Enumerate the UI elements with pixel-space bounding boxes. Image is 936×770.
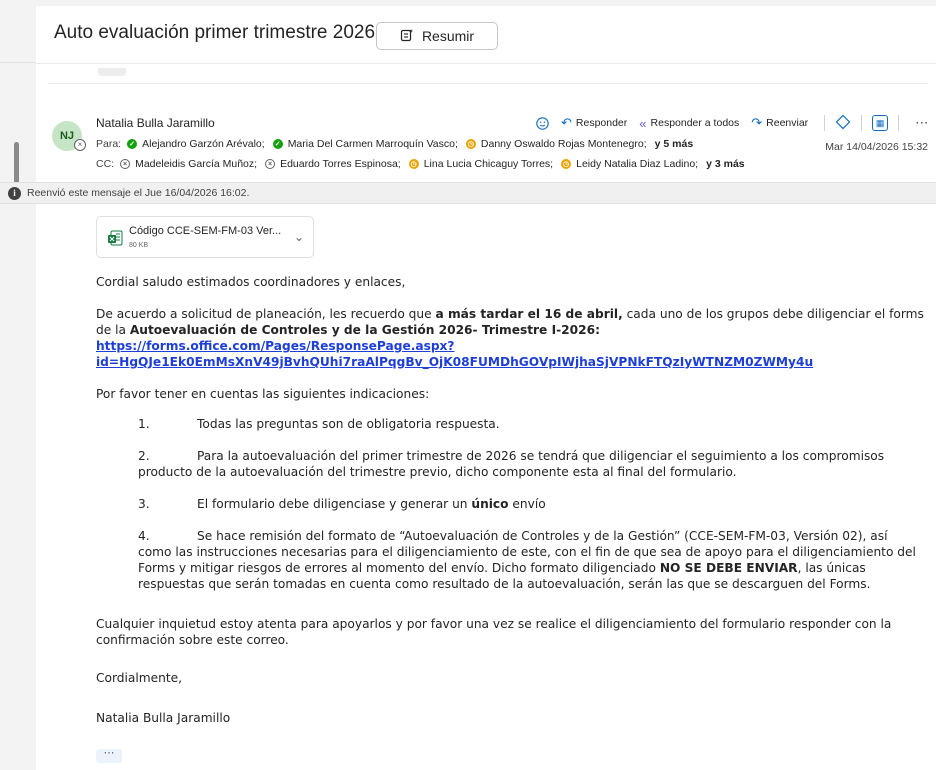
emphasis: NO SE DEBE ENVIAR xyxy=(659,561,798,575)
recipient[interactable]: Leidy Natalia Diaz Ladino; xyxy=(576,158,698,170)
closing-paragraph: Cualquier inquietud estoy atenta para ap… xyxy=(96,617,892,647)
separator xyxy=(861,115,863,131)
greeting: Cordial saludo estimados coordinadores y… xyxy=(96,275,406,289)
more-actions-button[interactable]: ⋯ xyxy=(915,115,928,131)
form-title: Autoevaluación de Controles y de la Gest… xyxy=(129,323,600,337)
text: De acuerdo a solicitud de planeación, le… xyxy=(96,307,436,321)
reply-button[interactable]: ↶ Responder xyxy=(561,115,627,131)
forward-icon: ↷ xyxy=(751,115,763,130)
summarize-label: Resumir xyxy=(421,28,475,44)
list-item: 2. Para la autoevaluación del primer trim… xyxy=(96,448,924,480)
tag-button[interactable] xyxy=(835,114,851,133)
message-header: NJ × Natalia Bulla Jaramillo ↶ Responder… xyxy=(36,100,936,180)
message-body: Cordial saludo estimados coordinadores y… xyxy=(96,274,924,726)
forms-link-part[interactable]: https://forms.office.com/Pages/ResponseP… xyxy=(96,339,455,353)
presence-offline-icon: × xyxy=(74,139,86,151)
offline-status-icon: × xyxy=(120,159,131,169)
collapsed-tab xyxy=(98,68,126,76)
signature: Natalia Bulla Jaramillo xyxy=(96,711,231,725)
excel-file-icon xyxy=(108,230,123,246)
forward-notice-bar: i Reenvió este mensaje el Jue 16/04/2026… xyxy=(0,182,936,204)
reply-all-button[interactable]: « Responder a todos xyxy=(639,116,739,131)
summarize-button[interactable]: Resumir xyxy=(376,22,498,50)
rail-divider xyxy=(0,62,36,63)
show-trimmed-content-button[interactable]: ⋯ xyxy=(96,748,122,763)
email-subject: Auto evaluación primer trimestre 2026 xyxy=(54,22,376,43)
separator xyxy=(824,115,826,131)
recipient[interactable]: Lina Lucia Chicaguy Torres; xyxy=(424,158,553,170)
left-rail xyxy=(0,0,36,770)
forward-button[interactable]: ↷ Reenviar xyxy=(751,115,808,131)
reply-icon: ↶ xyxy=(561,115,572,130)
to-label: Para: xyxy=(96,138,122,150)
forward-notice: Reenvió este mensaje el Jue 16/04/2026 1… xyxy=(27,187,250,199)
sender-name[interactable]: Natalia Bulla Jaramillo xyxy=(96,116,215,130)
apps-button[interactable]: ▦ xyxy=(872,115,889,131)
paragraph-1: De acuerdo a solicitud de planeación, le… xyxy=(96,306,924,338)
recipient[interactable]: Eduardo Torres Espinosa; xyxy=(280,158,401,170)
list-number: 4. xyxy=(138,529,150,543)
cc-recipients: CC: × Madeleidis García Muñoz; × Eduardo… xyxy=(96,158,745,170)
forward-label: Reenviar xyxy=(766,117,809,129)
recipient[interactable]: Alejandro Garzón Arévalo; xyxy=(142,138,265,150)
to-more-link[interactable]: y 5 más xyxy=(655,138,694,150)
reply-label: Responder xyxy=(575,117,628,129)
list-text: Todas las preguntas son de obligatoria r… xyxy=(197,417,500,431)
available-status-icon: ✓ xyxy=(272,139,283,149)
list-number: 3. xyxy=(138,497,150,511)
away-status-icon: ◷ xyxy=(408,159,419,169)
offline-status-icon: × xyxy=(265,159,276,169)
recipient[interactable]: Maria Del Carmen Marroquín Vasco; xyxy=(288,138,458,150)
chevron-down-icon[interactable]: ⌄ xyxy=(294,230,304,244)
list-number: 1. xyxy=(138,417,150,431)
reply-all-icon: « xyxy=(639,115,647,131)
available-status-icon: ✓ xyxy=(127,139,138,149)
to-recipients: Para: ✓ Alejandro Garzón Arévalo; ✓ Mari… xyxy=(96,138,693,150)
cc-label: CC: xyxy=(96,158,115,170)
signoff: Cordialmente, xyxy=(96,671,182,685)
attachment-card[interactable]: Código CCE-SEM-FM-03 Ver... 80 KB ⌄ xyxy=(96,216,314,258)
separator xyxy=(898,115,900,131)
attachment-name: Código CCE-SEM-FM-03 Ver... xyxy=(129,225,282,237)
cc-more-link[interactable]: y 3 más xyxy=(706,158,745,170)
message-date: Mar 14/04/2026 15:32 xyxy=(825,141,928,153)
list-text: envío xyxy=(508,497,546,511)
list-item: 3. El formulario debe diligenciase y gene… xyxy=(96,496,924,512)
forms-link[interactable]: https://forms.office.com/Pages/ResponseP… xyxy=(96,338,924,370)
smiley-icon xyxy=(536,116,549,130)
grid-icon: ▦ xyxy=(875,117,885,128)
subject-bar: Auto evaluación primer trimestre 2026 Re… xyxy=(36,6,936,64)
info-icon: i xyxy=(8,186,21,200)
list-item: 4. Se hace remisión del formato de “Autoe… xyxy=(96,528,924,592)
emphasis: único xyxy=(471,497,509,511)
tag-icon xyxy=(835,114,851,129)
emoji-reaction-button[interactable] xyxy=(536,116,549,130)
forms-link-part[interactable]: id=HgQJe1Ek0EmMsXnV49jBvhQUhi7raAlPqgBv_… xyxy=(96,355,813,369)
list-item: 1. Todas las preguntas son de obligatoria… xyxy=(96,416,924,432)
instructions-intro: Por favor tener en cuentas las siguiente… xyxy=(96,387,430,401)
reply-all-label: Responder a todos xyxy=(650,117,740,129)
away-status-icon: ◷ xyxy=(465,139,476,149)
list-number: 2. xyxy=(138,449,150,463)
recipient[interactable]: Madeleidis García Muñoz; xyxy=(135,158,257,170)
list-text: El formulario debe diligenciase y genera… xyxy=(197,497,472,511)
collapsed-message[interactable] xyxy=(48,68,928,84)
attachment-size: 80 KB xyxy=(129,242,149,249)
recipient[interactable]: Danny Oswaldo Rojas Montenegro; xyxy=(481,138,647,150)
summarize-icon xyxy=(400,28,414,45)
reading-pane: Auto evaluación primer trimestre 2026 Re… xyxy=(0,6,936,770)
list-text: Para la autoevaluación del primer trimes… xyxy=(138,449,885,479)
away-status-icon: ◷ xyxy=(561,159,572,169)
deadline-text: a más tardar el 16 de abril, xyxy=(435,307,623,321)
message-actions: ↶ Responder « Responder a todos ↷ Reenvi… xyxy=(536,114,928,132)
